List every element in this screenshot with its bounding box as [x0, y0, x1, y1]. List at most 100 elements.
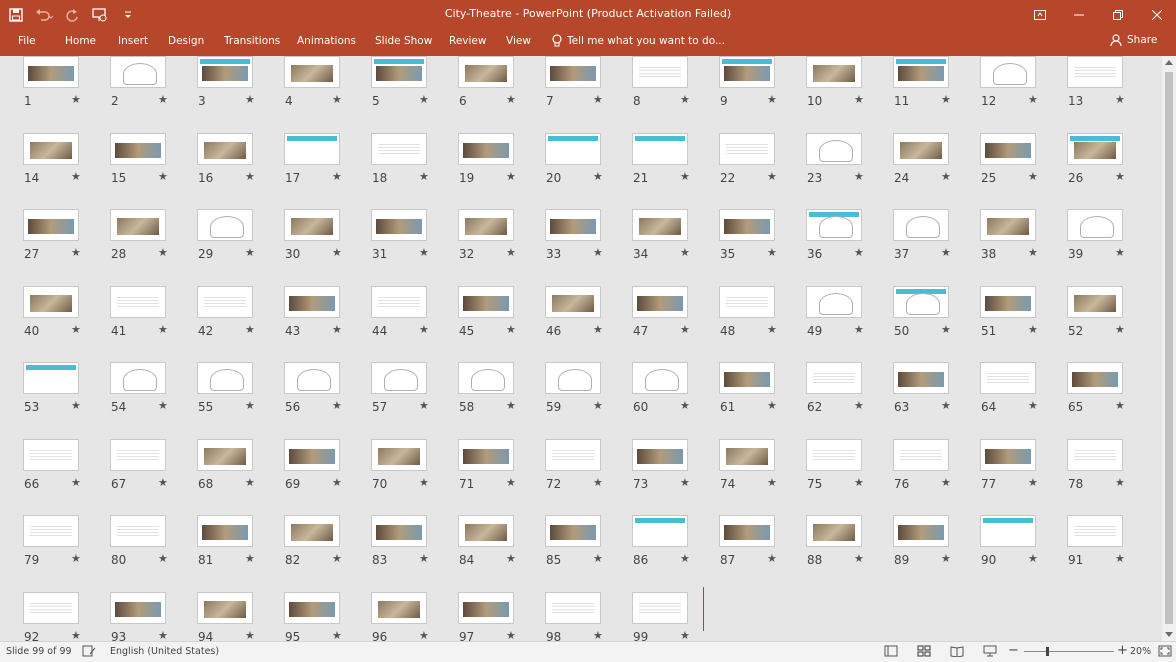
animation-star-icon[interactable]: ★ [1115, 323, 1125, 336]
slide-thumbnail[interactable]: 67 ★ [110, 438, 197, 515]
animation-star-icon[interactable]: ★ [506, 476, 516, 489]
slide-preview[interactable] [719, 515, 775, 547]
minimize-button[interactable] [1059, 0, 1098, 30]
slide-preview[interactable] [545, 362, 601, 394]
scroll-up-icon[interactable] [1165, 60, 1173, 65]
slide-thumbnail[interactable]: 55 ★ [197, 362, 284, 438]
animation-star-icon[interactable]: ★ [506, 399, 516, 412]
animation-star-icon[interactable]: ★ [71, 552, 81, 565]
animation-star-icon[interactable]: ★ [854, 246, 864, 259]
slide-preview[interactable] [632, 132, 688, 165]
vertical-scrollbar[interactable] [1162, 56, 1176, 641]
slide-preview[interactable] [371, 438, 427, 471]
slide-thumbnail[interactable]: 65 ★ [1067, 362, 1154, 438]
slide-preview[interactable] [197, 209, 253, 241]
slide-thumbnail[interactable]: 39 ★ [1067, 209, 1154, 285]
slide-preview[interactable] [458, 515, 514, 547]
slide-preview[interactable] [23, 438, 79, 471]
animation-star-icon[interactable]: ★ [332, 476, 342, 489]
slide-preview[interactable] [632, 56, 688, 88]
slide-preview[interactable] [545, 285, 601, 318]
tab-review[interactable]: Review [449, 35, 486, 47]
slide-thumbnail[interactable]: 18 ★ [371, 132, 458, 209]
slide-thumbnail[interactable]: 21 ★ [632, 132, 719, 209]
animation-star-icon[interactable]: ★ [332, 629, 342, 642]
slide-preview[interactable] [110, 362, 166, 394]
slide-thumbnail[interactable]: 60 ★ [632, 362, 719, 438]
redo-button[interactable] [62, 5, 82, 25]
animation-star-icon[interactable]: ★ [680, 246, 690, 259]
animation-star-icon[interactable]: ★ [593, 93, 603, 106]
slide-preview[interactable] [806, 515, 862, 547]
animation-star-icon[interactable]: ★ [1028, 399, 1038, 412]
zoom-out-icon[interactable]: − [1008, 643, 1019, 658]
animation-star-icon[interactable]: ★ [767, 323, 777, 336]
slide-preview[interactable] [197, 132, 253, 165]
slide-preview[interactable] [1067, 209, 1123, 241]
slide-thumbnail[interactable]: 15 ★ [110, 132, 197, 209]
tab-insert[interactable]: Insert [118, 35, 148, 47]
save-button[interactable] [6, 5, 26, 25]
slide-preview[interactable] [23, 209, 79, 241]
tab-transitions[interactable]: Transitions [224, 35, 280, 47]
animation-star-icon[interactable]: ★ [506, 246, 516, 259]
slide-thumbnail[interactable]: 46 ★ [545, 285, 632, 362]
animation-star-icon[interactable]: ★ [593, 246, 603, 259]
slide-thumbnail[interactable]: 25 ★ [980, 132, 1067, 209]
animation-star-icon[interactable]: ★ [1028, 476, 1038, 489]
slide-thumbnail[interactable]: 1 ★ [23, 56, 110, 132]
proofing-icon[interactable] [82, 645, 96, 657]
slide-preview[interactable] [980, 362, 1036, 394]
animation-star-icon[interactable]: ★ [680, 476, 690, 489]
slide-preview[interactable] [1067, 56, 1123, 88]
undo-button[interactable] [34, 5, 54, 25]
animation-star-icon[interactable]: ★ [158, 93, 168, 106]
animation-star-icon[interactable]: ★ [245, 323, 255, 336]
slide-preview[interactable] [1067, 285, 1123, 318]
slide-preview[interactable] [980, 285, 1036, 318]
slide-preview[interactable] [458, 362, 514, 394]
slide-thumbnail[interactable]: 27 ★ [23, 209, 110, 285]
slide-preview[interactable] [371, 285, 427, 318]
slide-preview[interactable] [632, 438, 688, 471]
slide-thumbnail[interactable]: 3 ★ [197, 56, 284, 132]
slide-preview[interactable] [371, 56, 427, 88]
animation-star-icon[interactable]: ★ [854, 476, 864, 489]
tab-file[interactable]: File [18, 35, 36, 47]
slide-thumbnail[interactable]: 24 ★ [893, 132, 980, 209]
animation-star-icon[interactable]: ★ [245, 476, 255, 489]
slide-thumbnail[interactable]: 7 ★ [545, 56, 632, 132]
slide-thumbnail[interactable]: 71 ★ [458, 438, 545, 515]
animation-star-icon[interactable]: ★ [941, 552, 951, 565]
slide-preview[interactable] [284, 132, 340, 165]
slide-preview[interactable] [197, 362, 253, 394]
slide-preview[interactable] [458, 438, 514, 471]
slide-thumbnail[interactable]: 62 ★ [806, 362, 893, 438]
slide-thumbnail[interactable]: 83 ★ [371, 515, 458, 591]
animation-star-icon[interactable]: ★ [332, 399, 342, 412]
slide-preview[interactable] [980, 56, 1036, 88]
animation-star-icon[interactable]: ★ [767, 552, 777, 565]
slide-preview[interactable] [284, 56, 340, 88]
animation-star-icon[interactable]: ★ [158, 323, 168, 336]
slide-preview[interactable] [545, 132, 601, 165]
slide-thumbnail[interactable]: 32 ★ [458, 209, 545, 285]
animation-star-icon[interactable]: ★ [1115, 246, 1125, 259]
slide-thumbnail[interactable]: 38 ★ [980, 209, 1067, 285]
slide-preview[interactable] [458, 56, 514, 88]
slide-thumbnail[interactable]: 90 ★ [980, 515, 1067, 591]
slide-preview[interactable] [806, 362, 862, 394]
slide-preview[interactable] [806, 56, 862, 88]
slide-thumbnail[interactable]: 28 ★ [110, 209, 197, 285]
animation-star-icon[interactable]: ★ [1115, 476, 1125, 489]
slide-show-view-icon[interactable] [983, 645, 997, 657]
slide-preview[interactable] [110, 132, 166, 165]
slide-preview[interactable] [371, 515, 427, 547]
animation-star-icon[interactable]: ★ [332, 552, 342, 565]
slide-thumbnail[interactable]: 6 ★ [458, 56, 545, 132]
slide-thumbnail[interactable]: 94 ★ [197, 591, 284, 641]
slide-preview[interactable] [632, 285, 688, 318]
slide-thumbnail[interactable]: 17 ★ [284, 132, 371, 209]
customize-qat-button[interactable] [118, 5, 138, 25]
slide-thumbnail[interactable]: 35 ★ [719, 209, 806, 285]
